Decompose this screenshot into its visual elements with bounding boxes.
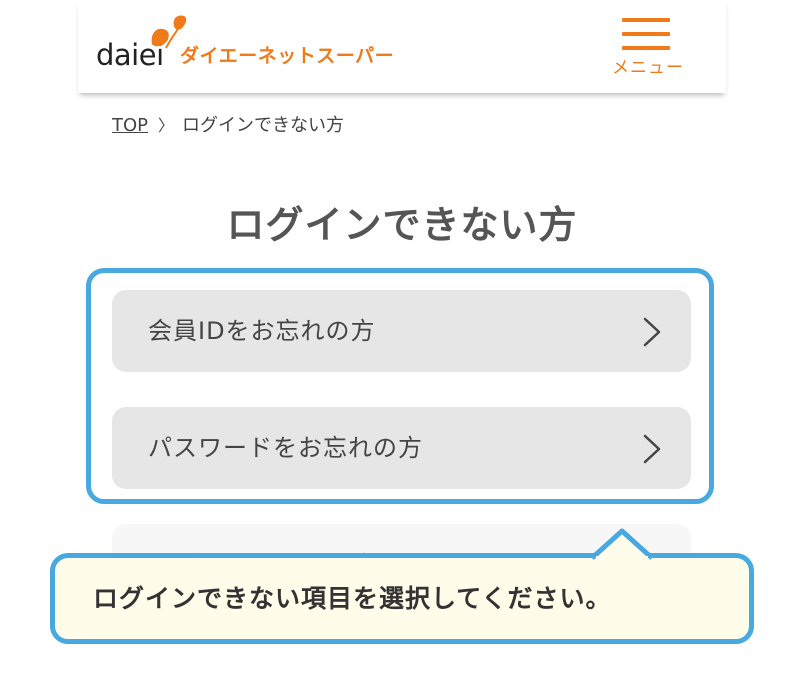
- hamburger-icon: [622, 18, 672, 52]
- page-title: ログインできない方: [226, 203, 578, 247]
- option-label: 会員IDをお忘れの方: [148, 317, 376, 345]
- breadcrumb: TOP 〉ログインできない方: [112, 114, 344, 138]
- site-header: daiei ダイエーネットスーパー メニュー: [78, 0, 726, 93]
- option-label: パスワードをお忘れの方: [148, 434, 423, 462]
- site-logo[interactable]: daiei ダイエーネットスーパー: [96, 14, 436, 78]
- breadcrumb-home-link[interactable]: TOP: [112, 115, 148, 136]
- forgot-member-id-button[interactable]: 会員IDをお忘れの方: [112, 290, 691, 372]
- menu-button[interactable]: メニュー: [606, 14, 690, 84]
- logo-brand-text: ダイエーネットスーパー: [180, 45, 395, 67]
- forgot-password-button[interactable]: パスワードをお忘れの方: [112, 407, 691, 489]
- menu-label: メニュー: [612, 58, 684, 78]
- breadcrumb-separator: 〉: [158, 116, 175, 135]
- instruction-tooltip: ログインできない項目を選択してください。: [50, 553, 754, 644]
- breadcrumb-current: ログインできない方: [182, 115, 345, 136]
- chevron-right-icon: [643, 434, 661, 464]
- tooltip-text: ログインできない項目を選択してください。: [93, 584, 612, 613]
- tooltip-tail: [590, 528, 654, 560]
- chevron-right-icon: [643, 317, 661, 347]
